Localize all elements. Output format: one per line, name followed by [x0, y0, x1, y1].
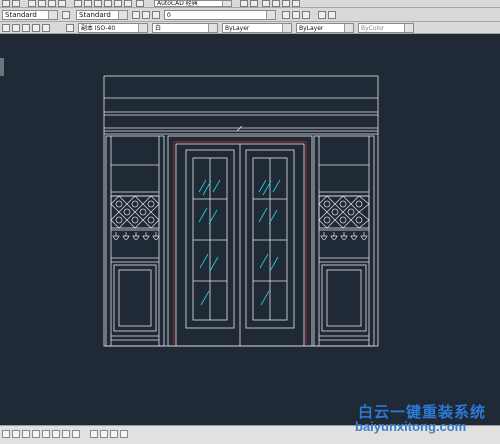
snap-icon[interactable] — [22, 430, 30, 438]
plotstyle-select[interactable]: ByColor — [358, 23, 414, 33]
layer-manager-icon[interactable] — [250, 0, 258, 7]
layer-on-icon[interactable] — [142, 11, 150, 19]
right-door-leaf — [245, 149, 295, 329]
lineweight-select[interactable]: ByLayer — [296, 23, 354, 33]
multileader-style-icon[interactable] — [328, 11, 336, 19]
left-wine-lattice — [110, 195, 160, 229]
polar-icon[interactable] — [52, 430, 60, 438]
multileader-icon[interactable] — [318, 11, 326, 19]
pan-icon[interactable] — [28, 0, 36, 7]
workspace-settings-icon[interactable] — [240, 0, 248, 7]
layer-unisolate-icon[interactable] — [292, 0, 300, 7]
grid-icon[interactable] — [32, 430, 40, 438]
calculator-icon[interactable] — [124, 0, 132, 7]
properties-icon[interactable] — [74, 0, 82, 7]
table-style-icon[interactable] — [2, 24, 10, 32]
dim-scale-icon[interactable] — [66, 24, 74, 32]
text-style-select[interactable]: Standard — [2, 10, 58, 20]
dim-style-icon[interactable] — [132, 11, 140, 19]
layout-icon[interactable] — [12, 430, 20, 438]
text-style-icon[interactable] — [62, 11, 70, 19]
osnap-icon[interactable] — [62, 430, 70, 438]
undo-icon[interactable] — [2, 0, 10, 7]
layer-isolate-icon[interactable] — [282, 0, 290, 7]
drawing-canvas[interactable] — [0, 34, 500, 425]
layer-color-icon[interactable] — [22, 24, 30, 32]
right-wine-lattice — [318, 195, 370, 229]
toolbar-row-1: AutoCAD 经典 — [0, 0, 500, 8]
left-door-leaf — [185, 149, 235, 329]
design-center-icon[interactable] — [84, 0, 92, 7]
model-icon[interactable] — [2, 430, 10, 438]
watermark-url: baiyunxitong.com — [355, 419, 467, 434]
layer-state-icon[interactable] — [262, 0, 270, 7]
left-cabinet — [105, 135, 165, 347]
left-wine-glasses — [112, 232, 160, 240]
layer-freeze-icon[interactable] — [152, 11, 160, 19]
right-wine-glasses — [320, 232, 368, 240]
right-cabinet — [313, 135, 375, 347]
layer-select[interactable]: 0 — [164, 10, 276, 20]
qp-icon[interactable] — [120, 430, 128, 438]
outer-frame — [103, 75, 379, 347]
toolbar-row-2: Standard Standard 0 — [0, 8, 500, 22]
zoom-window-icon[interactable] — [48, 0, 56, 7]
lwt-icon[interactable] — [110, 430, 118, 438]
ortho-icon[interactable] — [42, 430, 50, 438]
cabinet-elevation-drawing — [103, 75, 379, 347]
workspace-select[interactable]: AutoCAD 经典 — [154, 0, 232, 7]
zoom-realtime-icon[interactable] — [38, 0, 46, 7]
color-select[interactable]: 白 — [152, 23, 218, 33]
toolbar-row-3: 副本 ISO-40 白 ByLayer ByLayer ByColor — [0, 22, 500, 34]
markup-icon[interactable] — [114, 0, 122, 7]
dim-style-select[interactable]: Standard — [76, 10, 128, 20]
ducs-icon[interactable] — [90, 430, 98, 438]
layer-previous-2-icon[interactable] — [292, 11, 300, 19]
zoom-previous-icon[interactable] — [58, 0, 66, 7]
redo-icon[interactable] — [12, 0, 20, 7]
layer-walk-icon[interactable] — [302, 11, 310, 19]
dyn-icon[interactable] — [100, 430, 108, 438]
dim-scale-select[interactable]: 副本 ISO-40 — [78, 23, 148, 33]
table-style-2-icon[interactable] — [12, 24, 20, 32]
sheet-set-icon[interactable] — [104, 0, 112, 7]
otrack-icon[interactable] — [72, 430, 80, 438]
left-scrollbar-thumb[interactable] — [0, 58, 4, 76]
linetype-select[interactable]: ByLayer — [222, 23, 292, 33]
layer-previous-icon[interactable] — [272, 0, 280, 7]
make-current-layer-icon[interactable] — [282, 11, 290, 19]
help-icon[interactable] — [136, 0, 144, 7]
layer-visibility-icon[interactable] — [32, 24, 40, 32]
layer-lock-icon[interactable] — [42, 24, 50, 32]
tool-palette-icon[interactable] — [94, 0, 102, 7]
